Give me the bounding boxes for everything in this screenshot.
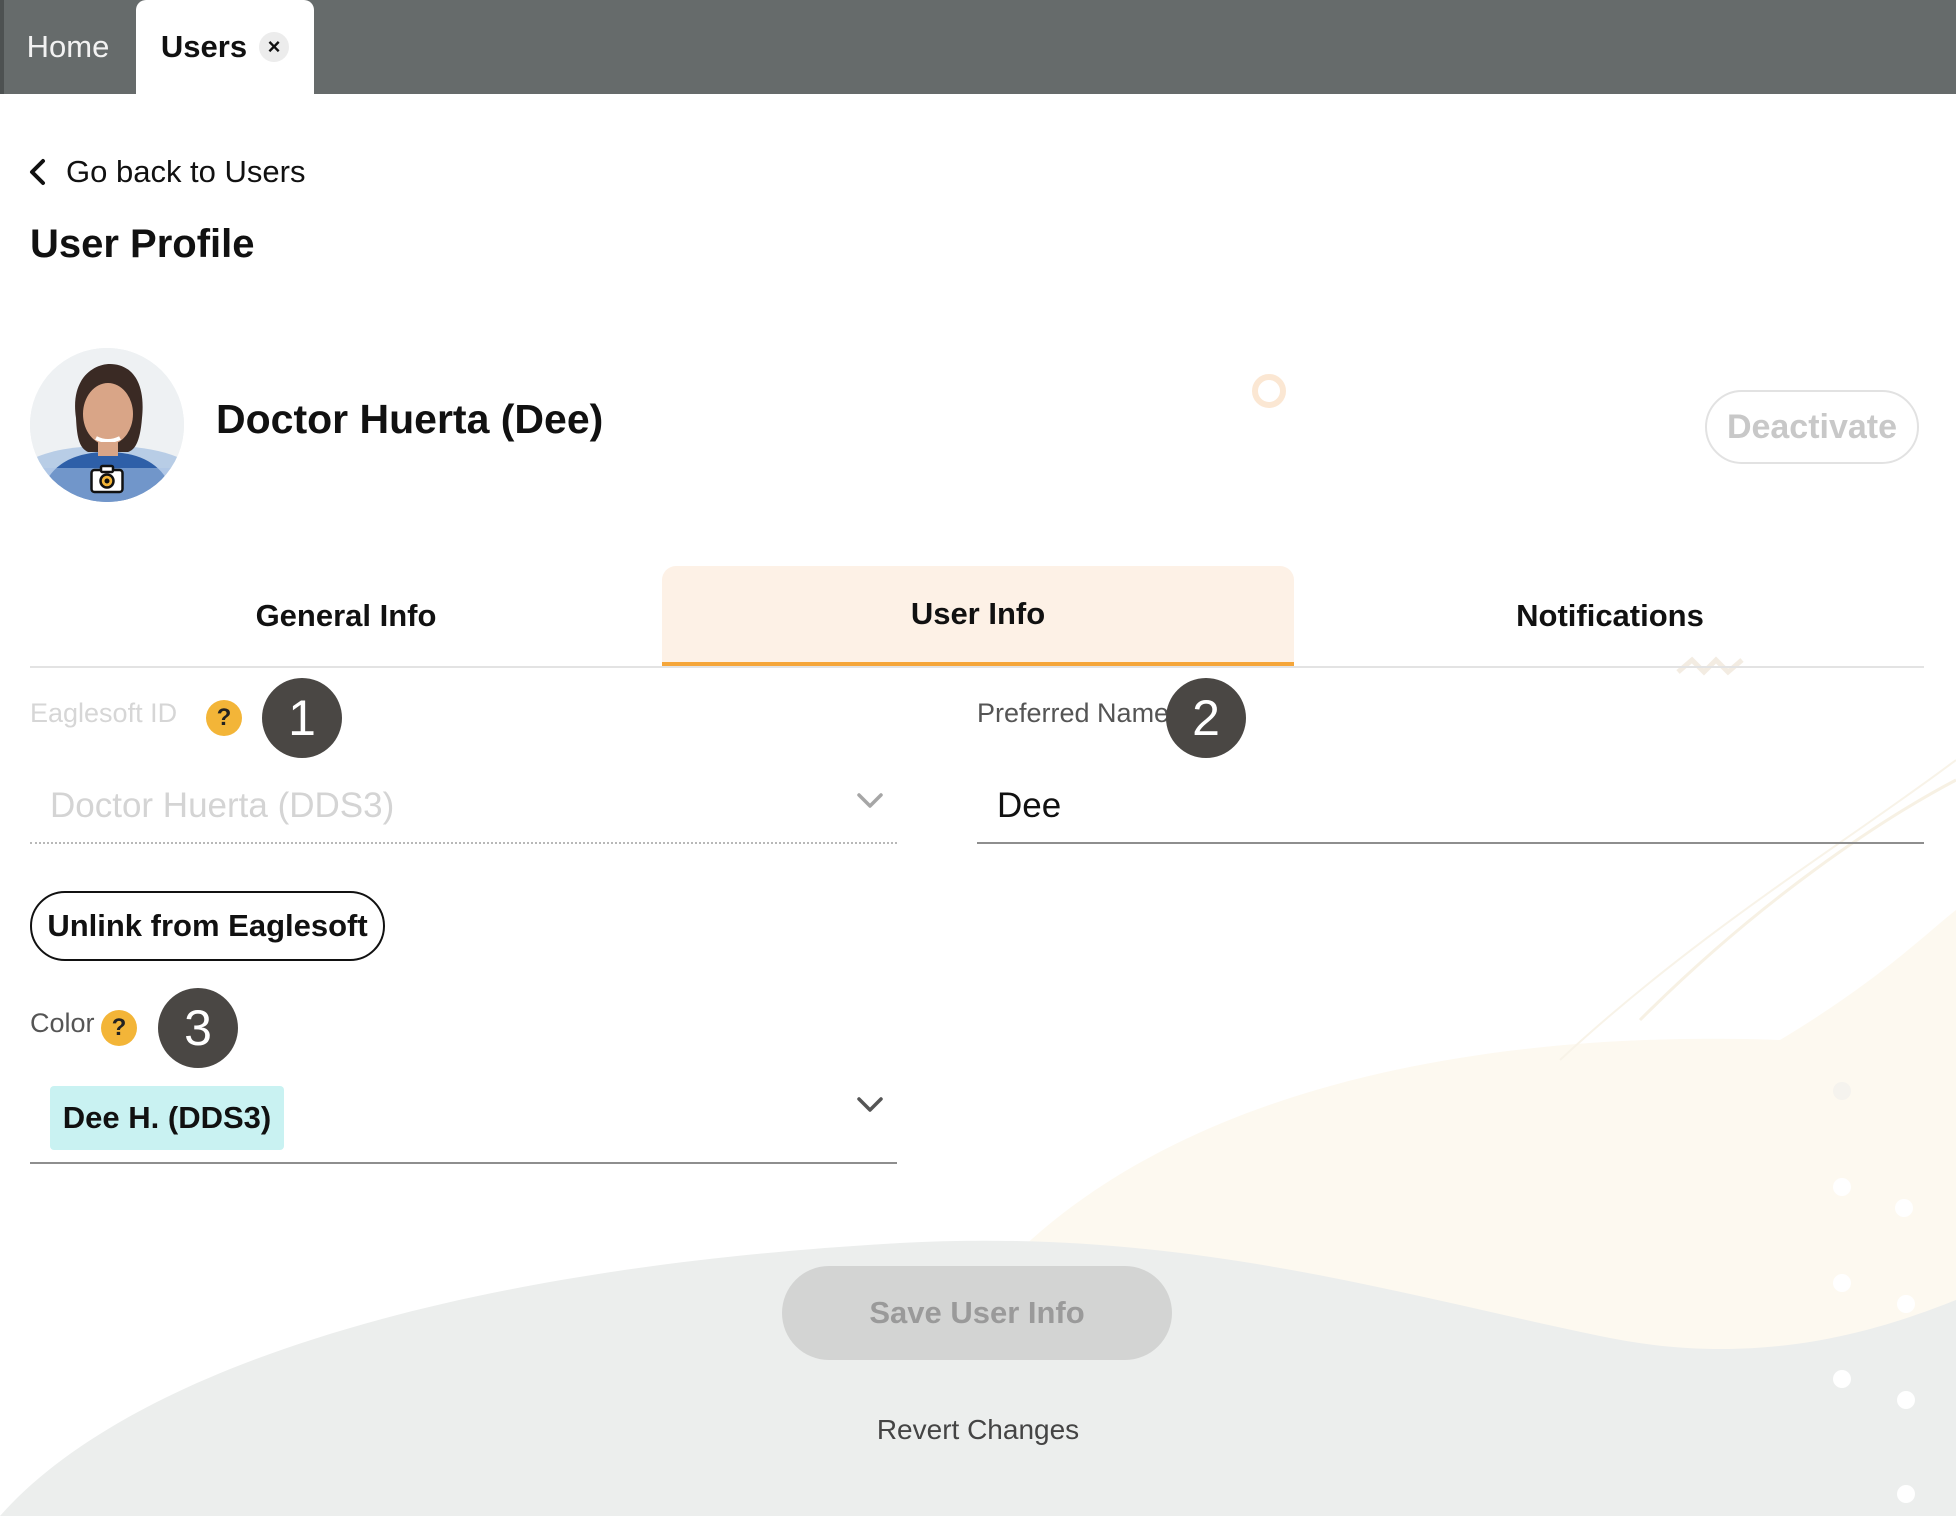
color-chip: Dee H. (DDS3) (50, 1086, 284, 1150)
close-icon[interactable]: × (259, 32, 290, 62)
step-marker-1: 1 (262, 678, 342, 758)
help-icon[interactable]: ? (101, 1010, 137, 1046)
chevron-down-icon[interactable] (856, 1096, 884, 1114)
eaglesoft-id-label: Eaglesoft ID (30, 698, 178, 728)
chevron-down-icon (857, 793, 883, 808)
tab-notifications[interactable]: Notifications (1294, 566, 1926, 666)
window-tab-bar: Home Users × (0, 0, 1956, 94)
save-user-info-button[interactable]: Save User Info (782, 1266, 1172, 1360)
revert-changes-label[interactable]: Revert Changes (877, 1414, 1079, 1445)
color-select[interactable]: Dee H. (DDS3) (30, 1086, 897, 1164)
step-marker-2: 2 (1166, 678, 1246, 758)
camera-icon[interactable] (90, 464, 124, 494)
tab-home-label: Home (26, 29, 110, 64)
help-icon[interactable]: ? (206, 700, 242, 736)
unlink-eaglesoft-button[interactable]: Unlink from Eaglesoft (30, 891, 385, 961)
preferred-name-label: Preferred Name (977, 698, 1170, 728)
chevron-left-icon (30, 159, 45, 185)
user-display-name: Doctor Huerta (Dee) (216, 396, 604, 442)
preferred-name-value: Dee (997, 786, 1062, 825)
step-marker-3: 3 (158, 988, 238, 1068)
tab-users[interactable]: Users × (136, 0, 314, 94)
back-to-users-link[interactable]: Go back to Users (28, 154, 305, 190)
tab-users-label: Users (160, 29, 248, 64)
tab-home[interactable]: Home (0, 0, 136, 94)
tab-user-info[interactable]: User Info (662, 566, 1294, 666)
tab-general-info[interactable]: General Info (30, 566, 662, 666)
eaglesoft-id-value: Doctor Huerta (DDS3) (50, 786, 395, 825)
section-tabs: General Info User Info Notifications (30, 566, 1924, 668)
color-label: Color (30, 1008, 95, 1038)
decorative-ring (1252, 374, 1286, 408)
eaglesoft-id-select: Doctor Huerta (DDS3) (30, 774, 897, 844)
revert-changes-link[interactable]: Revert Changes (0, 1414, 1956, 1446)
page-title: User Profile (30, 222, 255, 266)
back-link-label: Go back to Users (66, 154, 306, 189)
deactivate-button[interactable]: Deactivate (1705, 390, 1919, 464)
main-content: Go back to Users User Profile Doctor Hue… (0, 94, 1956, 1516)
preferred-name-input[interactable]: Dee (977, 774, 1924, 844)
